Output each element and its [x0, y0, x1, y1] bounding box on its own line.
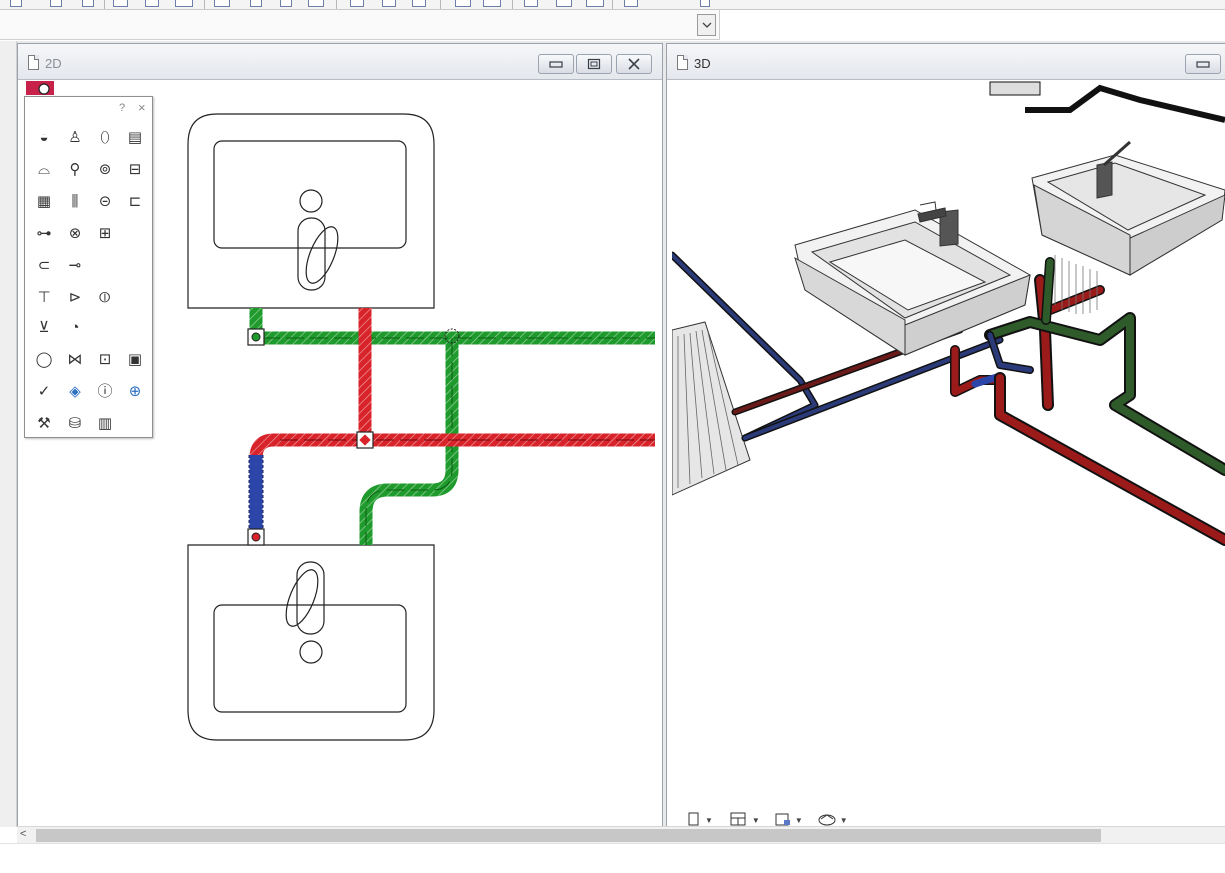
- minimize-button[interactable]: [538, 54, 574, 74]
- shower-tray-icon[interactable]: ⊟: [125, 159, 145, 179]
- inline-fitting-icon[interactable]: ⦶: [95, 287, 115, 307]
- palette-close-button[interactable]: ×: [138, 100, 146, 115]
- urinal-icon[interactable]: ⬯: [95, 127, 115, 147]
- toilet-icon[interactable]: ♙: [65, 127, 85, 147]
- fixture-palette[interactable]: ? × ◒ ♙ ⬯ ▤ ⌓ ⚲ ⊚ ⊟ ▦ ⫼ ⊝ ⊏ ⊶ ⊗ ⊞ ⊂ ⊸ ⊤ ⊳ ⦶ ⊻ ◔ ◯ ⋈ ⊡ ▣ ✓ ◈ ⓘ ⊕ ⚒ ⛁ ▥: [24, 96, 153, 438]
- manifold-icon[interactable]: ⫼: [65, 191, 85, 211]
- sink-3d-back[interactable]: [1031, 140, 1225, 314]
- report-add-icon[interactable]: ▥: [95, 413, 115, 433]
- scroll-left-button[interactable]: <: [20, 828, 26, 840]
- chevron-down-icon[interactable]: ▼: [795, 816, 803, 825]
- toolbar-icon[interactable]: [50, 0, 62, 7]
- toolbar-icon[interactable]: [483, 0, 501, 7]
- minimize-button[interactable]: [1185, 54, 1221, 74]
- tool-icon[interactable]: ⚒: [34, 413, 54, 433]
- toolbar-icon[interactable]: [556, 0, 572, 7]
- document-icon: [677, 55, 688, 70]
- toolbar-dropdown-button[interactable]: [697, 14, 716, 36]
- tee-fitting-icon[interactable]: ⊤: [34, 287, 54, 307]
- maximize-icon: [587, 58, 601, 70]
- left-edge-panel: [0, 41, 17, 827]
- toolbar-icon[interactable]: [455, 0, 471, 7]
- toolbar-icon[interactable]: [250, 0, 262, 7]
- minimize-icon: [549, 61, 563, 68]
- ceiling-pipes-3d: [989, 81, 1225, 123]
- sink-lower-plan[interactable]: [187, 544, 435, 741]
- toolbar-icon[interactable]: [586, 0, 604, 7]
- toolbar-icon[interactable]: [280, 0, 292, 7]
- toolbar-icon[interactable]: [350, 0, 364, 7]
- pipe-green-supply[interactable]: [249, 308, 655, 545]
- reducer-icon[interactable]: ⊳: [65, 287, 85, 307]
- chevron-down-icon[interactable]: ▼: [705, 816, 713, 825]
- window-2d-title: 2D: [45, 56, 62, 71]
- palette-titlebar[interactable]: ? ×: [25, 97, 152, 119]
- butterfly-valve-icon[interactable]: ⋈: [65, 349, 85, 369]
- window-2d-titlebar[interactable]: 2D: [18, 44, 662, 80]
- viewport-3d[interactable]: [672, 80, 1225, 806]
- secondary-toolbar: [0, 10, 720, 40]
- tank-icon[interactable]: ⊏: [125, 191, 145, 211]
- pipe-node[interactable]: [247, 328, 265, 346]
- toolbar-icon[interactable]: [308, 0, 324, 7]
- minimize-icon: [1196, 61, 1210, 68]
- radiator-icon[interactable]: ▦: [34, 191, 54, 211]
- toolbar-icon[interactable]: [214, 0, 230, 7]
- toolbar-icon[interactable]: [113, 0, 128, 7]
- boiler-icon[interactable]: ⊝: [95, 191, 115, 211]
- pipe-icon[interactable]: ⊂: [34, 255, 54, 275]
- layer-icon[interactable]: ◈: [65, 381, 85, 401]
- meter-icon[interactable]: ⊡: [95, 349, 115, 369]
- close-icon: [628, 58, 640, 70]
- pipe-node[interactable]: [356, 431, 374, 449]
- check-icon[interactable]: ✓: [34, 381, 54, 401]
- toolbar-icon[interactable]: [524, 0, 538, 7]
- snap-marker: [26, 81, 54, 95]
- maximize-button[interactable]: [576, 54, 612, 74]
- circle-fitting-icon[interactable]: ◯: [34, 349, 54, 369]
- bathtub-icon[interactable]: ⌓: [34, 159, 54, 179]
- horizontal-scrollbar[interactable]: <: [17, 826, 1225, 843]
- window-3d-title: 3D: [694, 56, 711, 71]
- toolbar-icon[interactable]: [82, 0, 94, 7]
- toolbar-icon[interactable]: [382, 0, 396, 7]
- main-toolbar: [0, 0, 1225, 10]
- toolbar-icon[interactable]: [624, 0, 638, 7]
- toolbar-icon[interactable]: [10, 0, 22, 7]
- toolbar-icon[interactable]: [145, 0, 159, 7]
- chevron-down-icon[interactable]: ▼: [840, 816, 848, 825]
- pipe-node[interactable]: [247, 528, 265, 546]
- document-icon: [28, 55, 39, 70]
- sink-icon[interactable]: ◒: [34, 127, 54, 147]
- panel-icon[interactable]: ▣: [125, 349, 145, 369]
- cabinet-icon[interactable]: ▤: [125, 127, 145, 147]
- toolbar-icon[interactable]: [700, 0, 710, 7]
- close-button[interactable]: [616, 54, 652, 74]
- pump-icon[interactable]: ⊶: [34, 223, 54, 243]
- toolbar-icon[interactable]: [175, 0, 193, 7]
- sink-upper-plan[interactable]: [187, 113, 435, 309]
- toolbar-icon[interactable]: [412, 0, 426, 7]
- shower-head-icon[interactable]: ⊻: [34, 317, 54, 337]
- chevron-down-icon[interactable]: ▼: [752, 816, 760, 825]
- chevron-down-icon: [702, 22, 711, 28]
- add-icon[interactable]: ⊕: [125, 381, 145, 401]
- status-bar: [0, 843, 1225, 873]
- heat-exchanger-icon[interactable]: ⊞: [95, 223, 115, 243]
- connect-arrow-icon[interactable]: ⊸: [65, 255, 85, 275]
- info-icon[interactable]: ⓘ: [95, 381, 115, 401]
- washing-machine-icon[interactable]: ⊚: [95, 159, 115, 179]
- database-add-icon[interactable]: ⛁: [65, 413, 85, 433]
- window-3d-titlebar[interactable]: 3D: [667, 44, 1225, 80]
- tap-icon[interactable]: ⚲: [65, 159, 85, 179]
- scrollbar-thumb[interactable]: [36, 829, 1101, 842]
- palette-help-button[interactable]: ?: [119, 102, 125, 114]
- gauge-icon[interactable]: ◔: [65, 317, 85, 337]
- valve-pair-icon[interactable]: ⊗: [65, 223, 85, 243]
